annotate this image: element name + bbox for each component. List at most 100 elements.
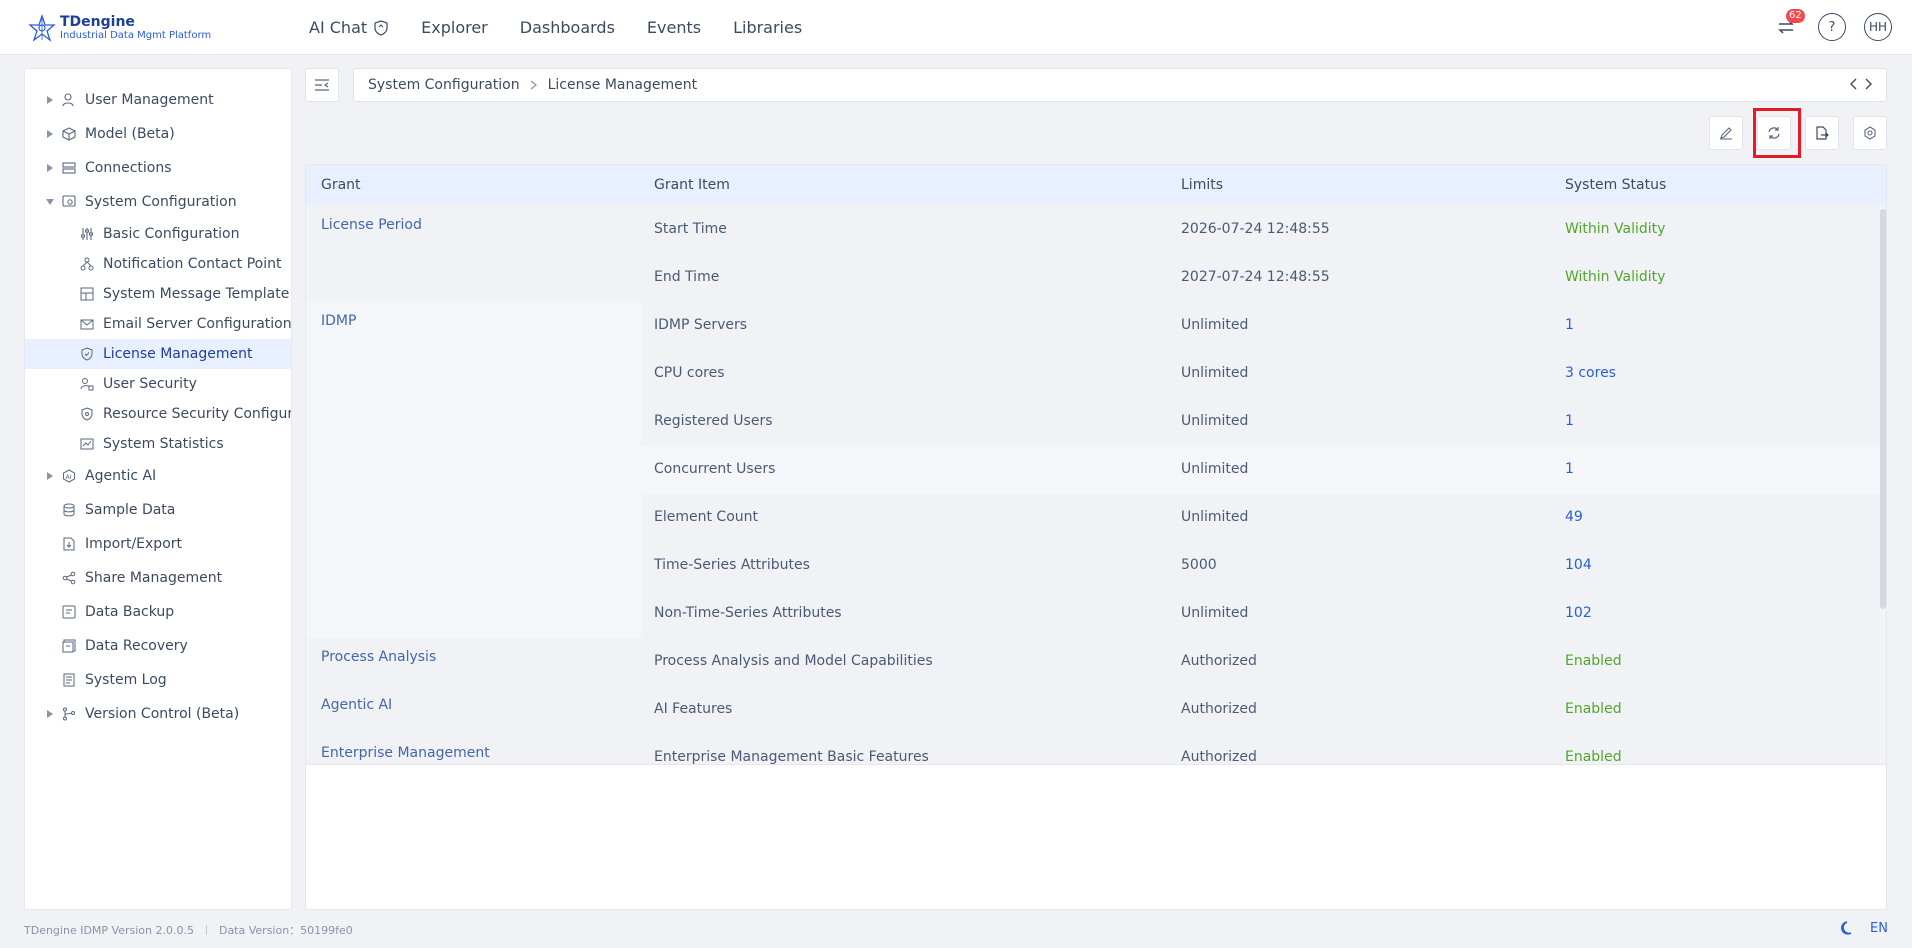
footer-version: TDengine IDMP Version 2.0.0.5 [24, 923, 194, 937]
sidebar-item-user-security[interactable]: User Security [25, 369, 291, 399]
table-row: Process Analysis and Model Capabilities … [306, 637, 1886, 685]
breadcrumb-parent[interactable]: System Configuration [368, 77, 520, 93]
sidebar-item-notification-contact-point[interactable]: Notification Contact Point [25, 249, 291, 279]
nav-explorer[interactable]: Explorer [421, 18, 488, 37]
table-row: Time-Series Attributes 5000 104 [306, 541, 1886, 589]
sidebar-item-data-backup[interactable]: Data Backup [25, 595, 291, 629]
moon-icon[interactable] [1840, 920, 1856, 936]
sidebar-item-connections[interactable]: Connections [25, 151, 291, 185]
backup-icon [61, 604, 77, 620]
grant-item-cell: Enterprise Management Basic Features [654, 749, 929, 765]
sidebar-item-label: System Configuration [85, 194, 237, 210]
shield-sparkle-icon [374, 19, 388, 36]
language-switch[interactable]: EN [1870, 921, 1888, 936]
breadcrumb-current: License Management [547, 77, 698, 93]
caret-down-icon[interactable] [45, 197, 55, 207]
sidebar-item-user-management[interactable]: User Management [25, 83, 291, 117]
sidebar-item-label: System Log [85, 672, 167, 688]
status-cell: Enabled [1565, 653, 1622, 669]
template-icon [79, 286, 95, 302]
main-panel: System Configuration License Management … [305, 68, 1887, 910]
limit-cell: Authorized [1181, 653, 1257, 669]
sidebar-item-model[interactable]: Model (Beta) [25, 117, 291, 151]
chevron-right-icon[interactable] [1864, 77, 1874, 91]
import-export-icon [61, 536, 77, 552]
top-bar: TDengine Industrial Data Mgmt Platform A… [0, 0, 1912, 55]
status-cell: 1 [1565, 317, 1574, 333]
nav-ai-chat[interactable]: AI Chat [309, 18, 389, 37]
database-icon [61, 502, 77, 518]
table-row: IDMP Servers Unlimited 1 [306, 301, 1886, 349]
sidebar-item-import-export[interactable]: Import/Export [25, 527, 291, 561]
edit-button[interactable] [1709, 116, 1743, 150]
column-header-grant-item: Grant Item [654, 177, 730, 193]
status-cell: 49 [1565, 509, 1583, 525]
status-cell: Enabled [1565, 701, 1622, 717]
sliders-icon [79, 226, 95, 242]
sidebar-item-sample-data[interactable]: Sample Data [25, 493, 291, 527]
nav-dashboards[interactable]: Dashboards [520, 18, 615, 37]
sidebar-item-agentic-ai[interactable]: AI Agentic AI [25, 459, 291, 493]
refresh-button-highlight [1753, 108, 1801, 158]
grant-item-cell: Time-Series Attributes [654, 557, 810, 573]
nav-libraries[interactable]: Libraries [733, 18, 802, 37]
nav-ai-chat-label: AI Chat [309, 18, 368, 37]
grant-item-cell: Registered Users [654, 413, 773, 429]
sidebar-item-share-management[interactable]: Share Management [25, 561, 291, 595]
main-empty-area [305, 765, 1887, 910]
shield-icon [79, 406, 95, 422]
sidebar-item-system-configuration[interactable]: System Configuration [25, 185, 291, 219]
grant-item-cell: Start Time [654, 221, 727, 237]
sidebar-item-label: Model (Beta) [85, 126, 175, 142]
limit-cell: Authorized [1181, 701, 1257, 717]
settings-button[interactable] [1853, 116, 1887, 150]
caret-right-icon[interactable] [45, 471, 55, 481]
notifications-button[interactable]: 62 [1772, 9, 1805, 41]
sidebar-item-version-control[interactable]: Version Control (Beta) [25, 697, 291, 731]
sidebar-item-license-management[interactable]: License Management [25, 339, 291, 369]
sidebar-item-system-statistics[interactable]: System Statistics [25, 429, 291, 459]
svg-text:AI: AI [66, 474, 72, 481]
caret-right-icon[interactable] [45, 95, 55, 105]
help-button[interactable]: ? [1818, 13, 1846, 41]
sidebar-item-data-recovery[interactable]: Data Recovery [25, 629, 291, 663]
chevron-left-icon[interactable] [1848, 77, 1858, 91]
sidebar-item-system-log[interactable]: System Log [25, 663, 291, 697]
sidebar-item-label: User Security [103, 376, 197, 392]
export-license-button[interactable] [1805, 116, 1839, 150]
footer: TDengine IDMP Version 2.0.0.5 Data Versi… [24, 922, 353, 938]
tdengine-logo-icon [28, 14, 56, 42]
caret-right-icon[interactable] [45, 129, 55, 139]
sidebar-item-label: Version Control (Beta) [85, 706, 240, 722]
brand-logo[interactable]: TDengine Industrial Data Mgmt Platform [28, 12, 211, 44]
status-cell: Enabled [1565, 749, 1622, 765]
user-group-icon [61, 92, 77, 108]
user-avatar[interactable]: HH [1864, 13, 1892, 41]
sidebar: User Management Model (Beta) Connections… [24, 68, 292, 910]
sidebar-item-resource-security[interactable]: Resource Security Configurati [25, 399, 291, 429]
status-cell: Within Validity [1565, 221, 1666, 237]
limit-cell: Unlimited [1181, 605, 1249, 621]
recovery-icon [61, 638, 77, 654]
sidebar-item-label: Resource Security Configurati [103, 406, 291, 422]
table-row: Non-Time-Series Attributes Unlimited 102 [306, 589, 1886, 637]
limit-cell: 5000 [1181, 557, 1217, 573]
grant-item-cell: Non-Time-Series Attributes [654, 605, 842, 621]
caret-right-icon[interactable] [45, 163, 55, 173]
settings-monitor-icon [61, 194, 77, 210]
table-scrollbar-thumb[interactable] [1880, 209, 1886, 609]
grant-item-cell: Process Analysis and Model Capabilities [654, 653, 933, 669]
sidebar-item-basic-configuration[interactable]: Basic Configuration [25, 219, 291, 249]
gear-icon [1864, 126, 1876, 140]
grant-item-cell: Element Count [654, 509, 758, 525]
sidebar-item-label: Share Management [85, 570, 223, 586]
sidebar-item-label: User Management [85, 92, 214, 108]
grant-item-cell: End Time [654, 269, 720, 285]
collapse-sidebar-button[interactable] [305, 68, 339, 102]
caret-right-icon[interactable] [45, 709, 55, 719]
sidebar-item-system-message-template[interactable]: System Message Template [25, 279, 291, 309]
sidebar-item-label: Notification Contact Point [103, 256, 282, 272]
sidebar-item-email-server-configuration[interactable]: Email Server Configuration [25, 309, 291, 339]
table-row: Registered Users Unlimited 1 [306, 397, 1886, 445]
nav-events[interactable]: Events [647, 18, 701, 37]
